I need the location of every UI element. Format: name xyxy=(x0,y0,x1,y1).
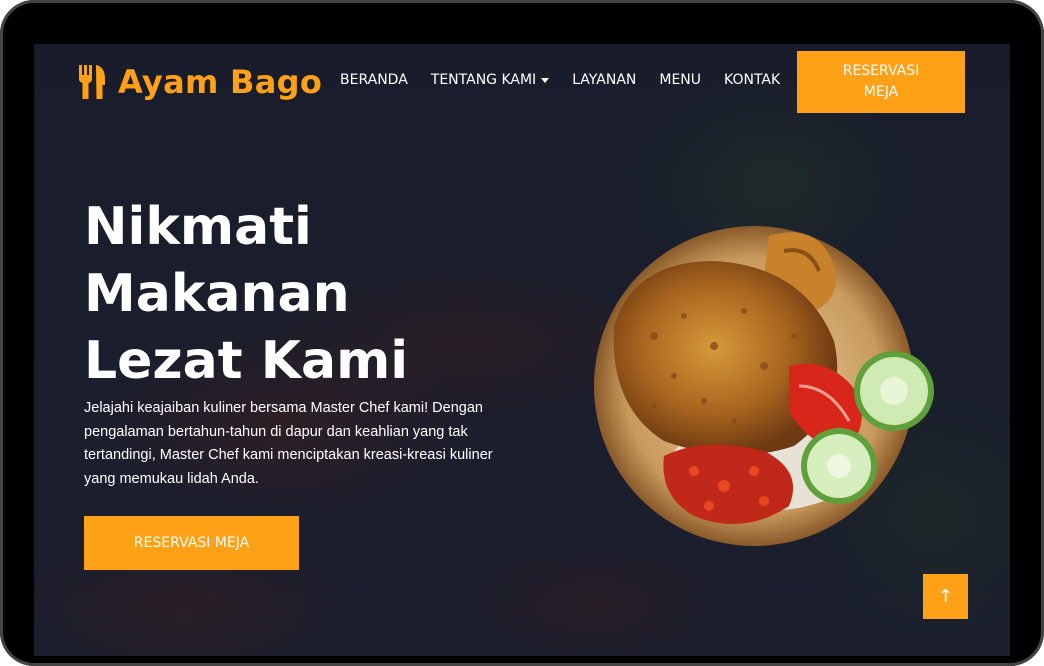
browser-viewport: Ayam Bago BERANDA TENTANG KAMI LAYANAN M… xyxy=(34,44,1010,656)
nav-item-label: TENTANG KAMI xyxy=(430,72,537,88)
nav-item-label: MENU xyxy=(659,72,702,88)
nav-item-label: BERANDA xyxy=(340,72,408,88)
nav-item-tentang-kami[interactable]: TENTANG KAMI xyxy=(430,72,550,88)
main-menu: BERANDA TENTANG KAMI LAYANAN MENU KONTAK xyxy=(340,72,803,88)
nav-item-beranda[interactable]: BERANDA xyxy=(340,72,408,88)
nav-item-label: KONTAK xyxy=(724,72,781,88)
fried-chicken-plate-image xyxy=(594,216,934,556)
brand-logo[interactable]: Ayam Bago xyxy=(78,62,322,102)
reservation-nav-label-1: RESERVASI xyxy=(842,63,920,79)
hero-title-line: Makanan xyxy=(84,264,350,324)
caret-down-icon xyxy=(541,77,550,83)
nav-item-menu[interactable]: MENU xyxy=(659,72,701,88)
back-to-top-button[interactable]: ↑ xyxy=(923,574,968,619)
device-frame: Ayam Bago BERANDA TENTANG KAMI LAYANAN M… xyxy=(0,0,1044,666)
reservation-nav-label-2: MEJA xyxy=(863,84,899,100)
hero-title-line: Lezat Kami xyxy=(84,331,409,391)
reservation-hero-button[interactable]: RESERVASI MEJA xyxy=(84,516,299,570)
utensils-icon xyxy=(78,65,106,99)
nav-item-layanan[interactable]: LAYANAN xyxy=(572,72,636,88)
reservation-hero-label: RESERVASI MEJA xyxy=(133,535,250,551)
navbar: Ayam Bago BERANDA TENTANG KAMI LAYANAN M… xyxy=(34,44,1010,120)
hero-description: Jelajahi keajaiban kuliner bersama Maste… xyxy=(84,400,493,487)
nav-item-kontak[interactable]: KONTAK xyxy=(724,72,780,88)
hero-title: Nikmati Makanan Lezat Kami xyxy=(84,194,504,395)
hero-title-line: Nikmati xyxy=(84,197,312,257)
arrow-up-icon: ↑ xyxy=(937,586,954,607)
nav-item-label: LAYANAN xyxy=(572,72,637,88)
reservation-nav-button[interactable]: RESERVASI MEJA xyxy=(797,51,965,113)
brand-name: Ayam Bago xyxy=(118,63,323,101)
